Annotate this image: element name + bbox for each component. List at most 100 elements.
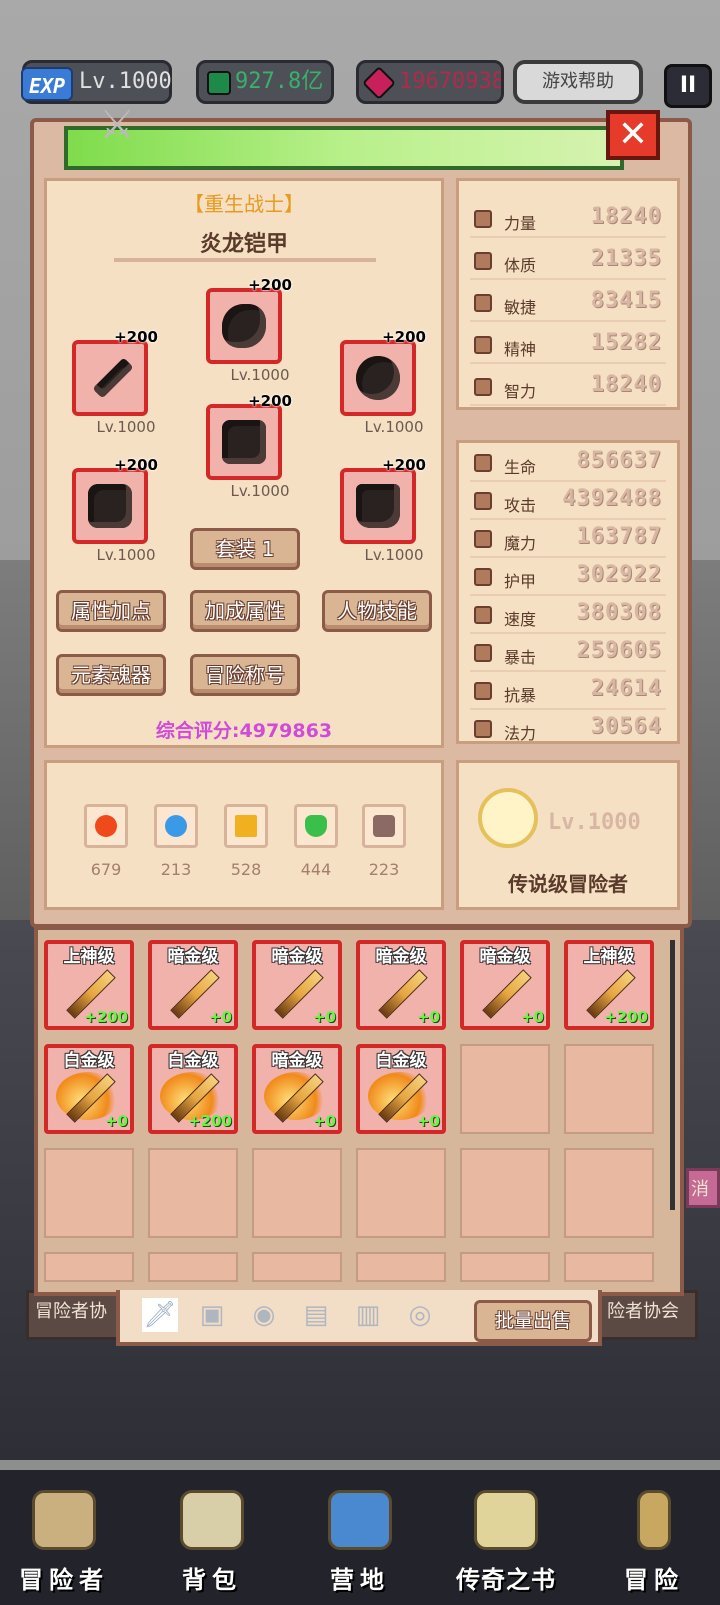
stat-value: 856637	[576, 448, 662, 473]
nav-adventure[interactable]: 冒险	[594, 1490, 714, 1595]
wind-icon	[305, 815, 327, 837]
item-grade: 暗金级	[271, 1051, 323, 1071]
item-grade: 暗金级	[479, 947, 531, 967]
tab-ring-icon[interactable]: ◎	[402, 1298, 438, 1332]
inventory-item[interactable]: 暗金级 +0	[252, 1044, 342, 1134]
armor-icon	[222, 420, 266, 464]
stat-row-magic: 魔力 163787	[470, 522, 666, 558]
nav-label: 营地	[330, 1566, 390, 1594]
tab-chest-icon[interactable]: ▤	[298, 1298, 334, 1332]
inventory-item[interactable]: 上神级 +200	[44, 940, 134, 1030]
inventory-empty-slot[interactable]	[564, 1252, 654, 1282]
inventory-empty-slot[interactable]	[564, 1044, 654, 1134]
crit-icon	[474, 644, 492, 662]
level-display: EXP Lv.1000	[21, 60, 172, 104]
stat-value: 302922	[576, 562, 662, 587]
stat-row-agility: 敏捷 83415	[470, 286, 666, 322]
equipment-slot-gloves[interactable]: +200	[72, 456, 158, 544]
dark-count: 223	[368, 860, 400, 879]
pause-button[interactable]: II	[664, 64, 712, 108]
inventory-empty-slot[interactable]	[460, 1148, 550, 1238]
stat-value: 15282	[590, 330, 662, 355]
inventory-item[interactable]: 暗金级 +0	[356, 940, 446, 1030]
boots-icon	[356, 484, 400, 528]
fire-element[interactable]	[84, 804, 128, 848]
stat-value: 24614	[590, 676, 662, 701]
item-grade: 暗金级	[271, 947, 323, 967]
equipment-slot-shield[interactable]: +200	[340, 328, 426, 416]
inventory-item[interactable]: 白金级 +0	[44, 1044, 134, 1134]
guild-tile-left[interactable]: 冒险者协	[26, 1290, 122, 1340]
cancel-tag[interactable]: 消	[686, 1168, 720, 1208]
wind-element[interactable]	[294, 804, 338, 848]
set-button[interactable]: 套装 1	[190, 528, 300, 570]
bonus-attributes-button[interactable]: 加成属性	[190, 590, 300, 632]
inventory-empty-slot[interactable]	[356, 1252, 446, 1282]
bulk-sell-button[interactable]: 批量出售	[474, 1300, 592, 1342]
lightning-icon	[235, 815, 257, 837]
inventory-empty-slot[interactable]	[460, 1252, 550, 1282]
nav-legend-book[interactable]: 传奇之书	[446, 1490, 566, 1595]
inventory-empty-slot[interactable]	[252, 1252, 342, 1282]
legend-badge-icon	[478, 788, 538, 848]
equipment-slot-weapon[interactable]: +200	[72, 328, 158, 416]
lightning-count: 528	[230, 860, 262, 879]
stat-row-crit: 暴击 259605	[470, 636, 666, 672]
inventory-empty-slot[interactable]	[148, 1252, 238, 1282]
inventory-empty-slot[interactable]	[460, 1044, 550, 1134]
equipment-slot-boots[interactable]: +200	[340, 456, 426, 544]
inventory-item[interactable]: 暗金级 +0	[148, 940, 238, 1030]
attribute-points-button[interactable]: 属性加点	[56, 590, 166, 632]
boot-icon	[474, 294, 492, 312]
item-enhance-bonus: +0	[520, 1008, 544, 1026]
equipment-slot-helmet[interactable]: +200	[206, 276, 292, 364]
inventory-scrollbar[interactable]	[670, 940, 675, 1210]
stat-row-crit-resist: 抗暴 24614	[470, 674, 666, 710]
nav-adventurer[interactable]: 冒险者	[4, 1490, 124, 1595]
stat-label: 速度	[504, 610, 537, 629]
inventory-empty-slot[interactable]	[564, 1148, 654, 1238]
character-skills-button[interactable]: 人物技能	[322, 590, 432, 632]
equipment-slot-armor[interactable]: +200	[206, 392, 292, 480]
enhance-level: +200	[248, 276, 292, 294]
nav-backpack[interactable]: 背包	[152, 1490, 272, 1595]
inventory-empty-slot[interactable]	[356, 1148, 446, 1238]
helmet-icon	[222, 304, 266, 348]
inventory-item[interactable]: 暗金级 +0	[460, 940, 550, 1030]
dark-element[interactable]	[362, 804, 406, 848]
inventory-item[interactable]: 上神级 +200	[564, 940, 654, 1030]
armor-set-title: 炎龙铠甲	[199, 232, 288, 257]
inventory-empty-slot[interactable]	[148, 1148, 238, 1238]
element-soul-button[interactable]: 元素魂器	[56, 654, 166, 696]
stat-row-speed: 速度 380308	[470, 598, 666, 634]
tab-boots-icon[interactable]: ▥	[350, 1298, 386, 1332]
tab-armor-icon[interactable]: ▣	[194, 1298, 230, 1332]
stat-value: 21335	[590, 246, 662, 271]
stat-row-intelligence: 智力 18240	[470, 370, 666, 406]
nav-label: 冒险	[624, 1566, 684, 1594]
ruby-amount: 19670938	[399, 69, 504, 94]
stat-value: 18240	[590, 204, 662, 229]
adventure-title-button[interactable]: 冒险称号	[190, 654, 300, 696]
inventory-empty-slot[interactable]	[44, 1252, 134, 1282]
inventory-item[interactable]: 暗金级 +0	[252, 940, 342, 1030]
item-enhance-bonus: +200	[604, 1008, 648, 1026]
game-help-button[interactable]: 游戏帮助	[513, 60, 643, 104]
stat-value: 30564	[590, 714, 662, 739]
water-icon	[165, 815, 187, 837]
close-button[interactable]: ✕	[606, 110, 660, 160]
inventory-empty-slot[interactable]	[44, 1148, 134, 1238]
nav-camp[interactable]: 营地	[300, 1490, 420, 1595]
inventory-item[interactable]: 白金级 +200	[148, 1044, 238, 1134]
stat-row-armor: 护甲 302922	[470, 560, 666, 596]
equipment-level: Lv.1000	[230, 366, 290, 384]
stat-value: 83415	[590, 288, 662, 313]
stat-label: 智力	[504, 382, 537, 401]
guild-tile-right[interactable]: 险者协会	[598, 1290, 698, 1340]
lightning-element[interactable]	[224, 804, 268, 848]
water-element[interactable]	[154, 804, 198, 848]
inventory-empty-slot[interactable]	[252, 1148, 342, 1238]
tab-helmet-icon[interactable]: ◉	[246, 1298, 282, 1332]
inventory-item[interactable]: 白金级 +0	[356, 1044, 446, 1134]
tab-weapon-icon[interactable]: 🗡	[142, 1298, 178, 1332]
